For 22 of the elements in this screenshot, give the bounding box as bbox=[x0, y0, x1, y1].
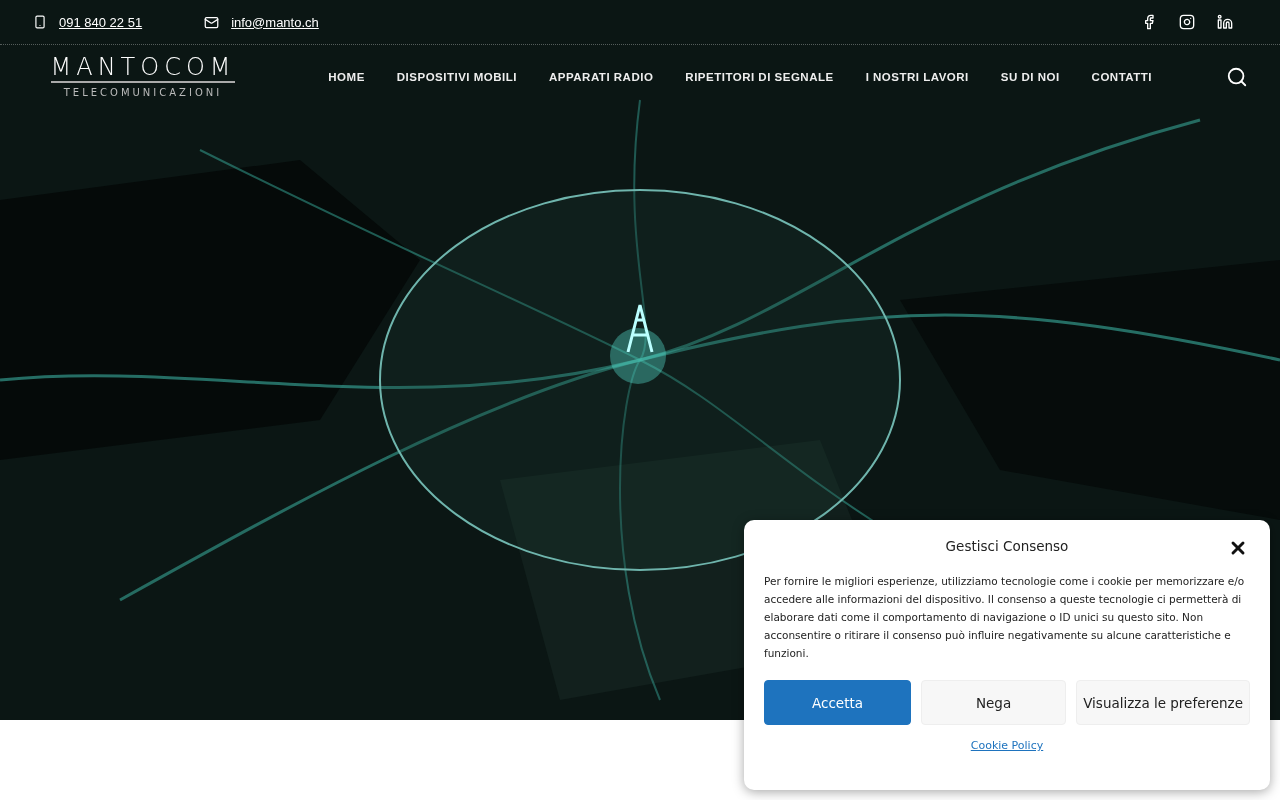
accept-button[interactable]: Accetta bbox=[764, 680, 911, 725]
nav-link[interactable]: APPARATI RADIO bbox=[533, 70, 670, 83]
mail-icon bbox=[204, 14, 220, 30]
nav-link[interactable]: CONTATTI bbox=[1075, 70, 1168, 83]
instagram-icon[interactable] bbox=[1179, 14, 1195, 30]
phone-link[interactable]: 091 840 22 51 bbox=[59, 14, 143, 30]
nav-link[interactable]: RIPETITORI DI SEGNALE bbox=[669, 70, 850, 83]
email-link[interactable]: info@manto.ch bbox=[231, 14, 319, 30]
nav-link[interactable]: HOME bbox=[312, 70, 381, 83]
phone-icon bbox=[33, 15, 47, 29]
linkedin-icon[interactable] bbox=[1217, 14, 1233, 30]
dialog-button[interactable]: Visualizza le preferenze bbox=[1076, 680, 1250, 725]
logo-tagline: TELECOMUNICAZIONI bbox=[63, 87, 223, 98]
dialog-title: Gestisci Consenso bbox=[945, 538, 1069, 554]
cookie-policy-link[interactable]: Cookie Policy bbox=[970, 739, 1044, 752]
logo-name[interactable]: MANTOCOM bbox=[50, 55, 236, 83]
dialog-text: Per fornire le migliori esperienze, utilizziamo tecnologie come i cookie per memorizzare e/o accedere alle informazioni del dispositivo. Il consenso a queste tecnologie ci permetterà di elaborare dati come il comportamento di navigazione o ID unici su questo sito. Non acconsentire o ritirare il consenso può influire negativamente su alcune caratteristiche e funzioni. bbox=[764, 574, 1246, 661]
search-icon[interactable] bbox=[1226, 65, 1248, 88]
dialog-button[interactable]: Nega bbox=[921, 680, 1067, 725]
nav-link[interactable]: DISPOSITIVI MOBILI bbox=[380, 70, 533, 83]
nav-link[interactable]: I NOSTRI LAVORI bbox=[849, 70, 985, 83]
nav-link[interactable]: SU DI NOI bbox=[984, 70, 1076, 83]
